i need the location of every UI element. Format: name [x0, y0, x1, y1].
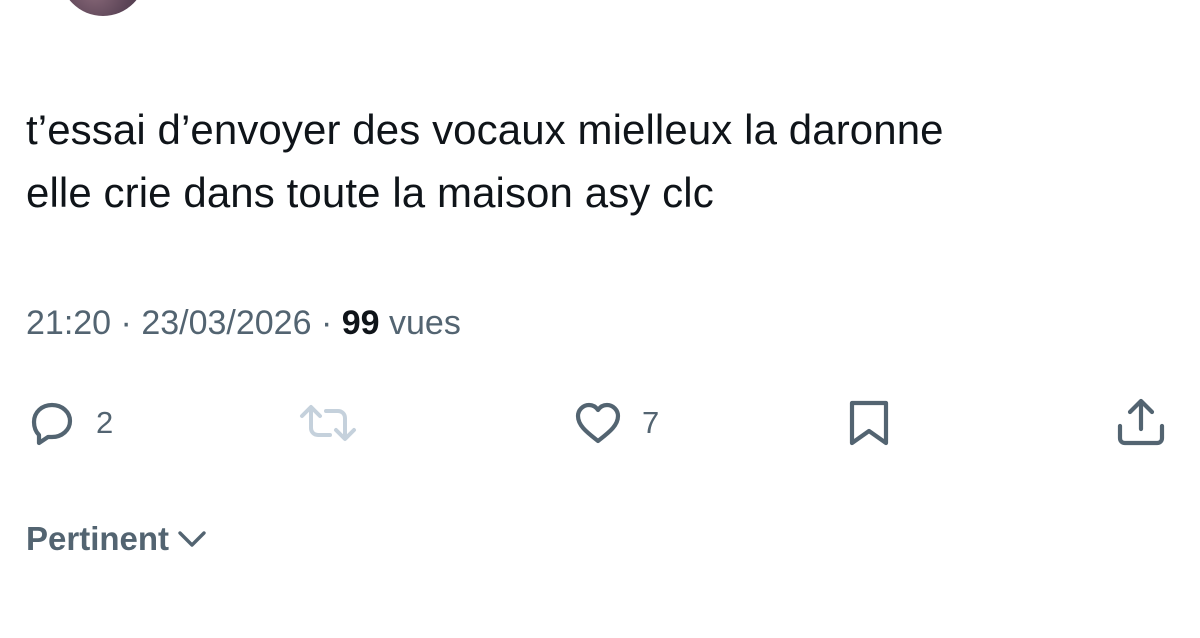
share-button[interactable]	[1112, 396, 1170, 450]
reply-count: 2	[96, 405, 114, 440]
bookmark-icon	[849, 400, 889, 446]
retweet-icon	[300, 405, 356, 441]
bookmark-button[interactable]	[846, 396, 894, 450]
tweet-text-line: t’essai d’envoyer des vocaux mielleux la…	[26, 106, 944, 153]
avatar[interactable]	[60, 0, 146, 16]
like-button[interactable]: 7	[570, 396, 659, 450]
retweet-button[interactable]	[298, 396, 358, 450]
share-icon	[1117, 398, 1165, 446]
tweet-time[interactable]: 21:20	[26, 304, 111, 342]
chevron-down-icon	[178, 531, 206, 547]
replies-sort-label: Pertinent	[26, 520, 170, 557]
tweet-date[interactable]: 23/03/2026	[141, 304, 311, 342]
action-bar: 2 7	[0, 396, 1200, 450]
replies-sort-dropdown[interactable]: Pertinent	[26, 515, 209, 563]
views-label: vues	[389, 304, 461, 342]
reply-icon	[31, 402, 73, 446]
reply-button[interactable]: 2	[24, 396, 113, 450]
tweet-text: t’essai d’envoyer des vocaux mielleux la…	[26, 98, 1156, 224]
like-count: 7	[642, 405, 660, 440]
heart-icon	[575, 402, 621, 444]
views-count: 99	[341, 304, 380, 342]
tweet-meta: 21:20 · 23/03/2026 · 99 vues	[26, 301, 461, 345]
meta-separator: ·	[120, 304, 132, 342]
meta-separator: ·	[320, 304, 333, 342]
tweet-text-line: elle crie dans toute la maison asy clc	[26, 169, 714, 216]
